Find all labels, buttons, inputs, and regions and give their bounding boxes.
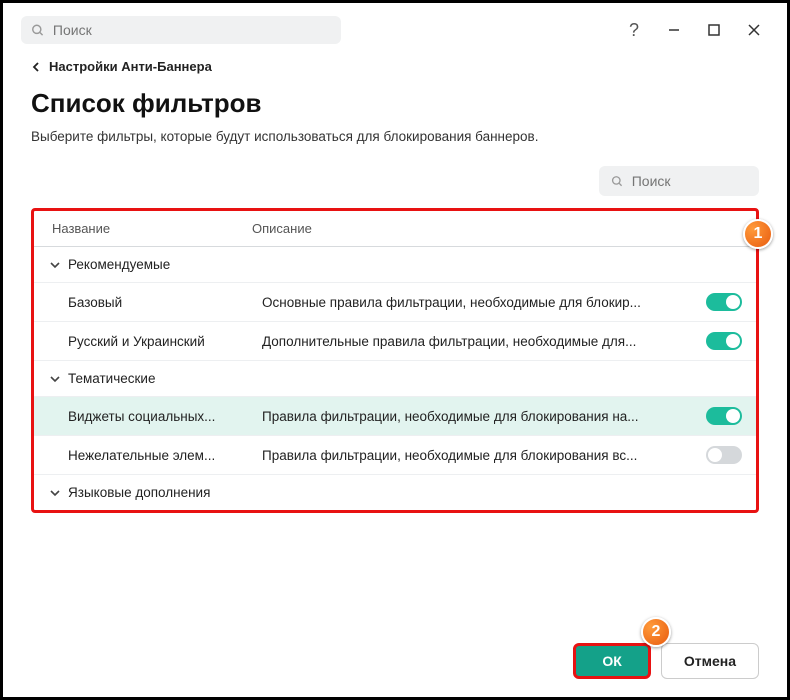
filter-name: Виджеты социальных... <box>68 409 262 424</box>
chevron-down-icon <box>50 488 60 498</box>
group-label: Рекомендуемые <box>68 257 742 272</box>
search-icon <box>31 23 45 38</box>
chevron-left-icon <box>31 62 41 72</box>
group-label: Тематические <box>68 371 742 386</box>
chevron-down-icon <box>50 374 60 384</box>
breadcrumb[interactable]: Настройки Анти-Баннера <box>31 59 759 74</box>
header-name: Название <box>52 221 252 236</box>
close-button[interactable] <box>739 15 769 45</box>
maximize-button[interactable] <box>699 15 729 45</box>
filter-row-social[interactable]: Виджеты социальных... Правила фильтрации… <box>34 397 756 436</box>
maximize-icon <box>707 23 721 37</box>
filter-search[interactable] <box>599 166 759 196</box>
filter-row-ru-ua[interactable]: Русский и Украинский Дополнительные прав… <box>34 322 756 361</box>
filter-table: Название Описание Рекомендуемые Базовый … <box>31 208 759 513</box>
filter-search-input[interactable] <box>632 173 747 189</box>
filter-name: Нежелательные элем... <box>68 448 262 463</box>
help-icon: ? <box>629 20 639 41</box>
filter-name: Базовый <box>68 295 262 310</box>
minimize-button[interactable] <box>659 15 689 45</box>
filter-desc: Правила фильтрации, необходимые для блок… <box>262 448 706 463</box>
filter-desc: Дополнительные правила фильтрации, необх… <box>262 334 706 349</box>
top-search[interactable] <box>21 16 341 44</box>
filter-row-basic[interactable]: Базовый Основные правила фильтрации, нео… <box>34 283 756 322</box>
toggle-ru-ua[interactable] <box>706 332 742 350</box>
page-subtitle: Выберите фильтры, которые будут использо… <box>31 129 759 144</box>
group-language[interactable]: Языковые дополнения <box>34 475 756 510</box>
toggle-basic[interactable] <box>706 293 742 311</box>
toggle-unwanted[interactable] <box>706 446 742 464</box>
help-button[interactable]: ? <box>619 15 649 45</box>
filter-row-unwanted[interactable]: Нежелательные элем... Правила фильтрации… <box>34 436 756 475</box>
ok-button[interactable]: ОК <box>573 643 650 679</box>
group-thematic[interactable]: Тематические <box>34 361 756 397</box>
top-search-input[interactable] <box>53 22 331 38</box>
cancel-button[interactable]: Отмена <box>661 643 759 679</box>
breadcrumb-label: Настройки Анти-Баннера <box>49 59 212 74</box>
filter-name: Русский и Украинский <box>68 334 262 349</box>
annotation-2: 2 <box>641 617 671 647</box>
header-desc: Описание <box>252 221 678 236</box>
filter-desc: Правила фильтрации, необходимые для блок… <box>262 409 706 424</box>
toggle-social[interactable] <box>706 407 742 425</box>
group-recommended[interactable]: Рекомендуемые <box>34 247 756 283</box>
search-icon <box>611 174 624 189</box>
chevron-down-icon <box>50 260 60 270</box>
table-header: Название Описание <box>34 211 756 247</box>
group-label: Языковые дополнения <box>68 485 742 500</box>
filter-desc: Основные правила фильтрации, необходимые… <box>262 295 706 310</box>
minimize-icon <box>667 23 681 37</box>
annotation-1: 1 <box>743 219 773 249</box>
page-title: Список фильтров <box>31 88 759 119</box>
close-icon <box>747 23 761 37</box>
